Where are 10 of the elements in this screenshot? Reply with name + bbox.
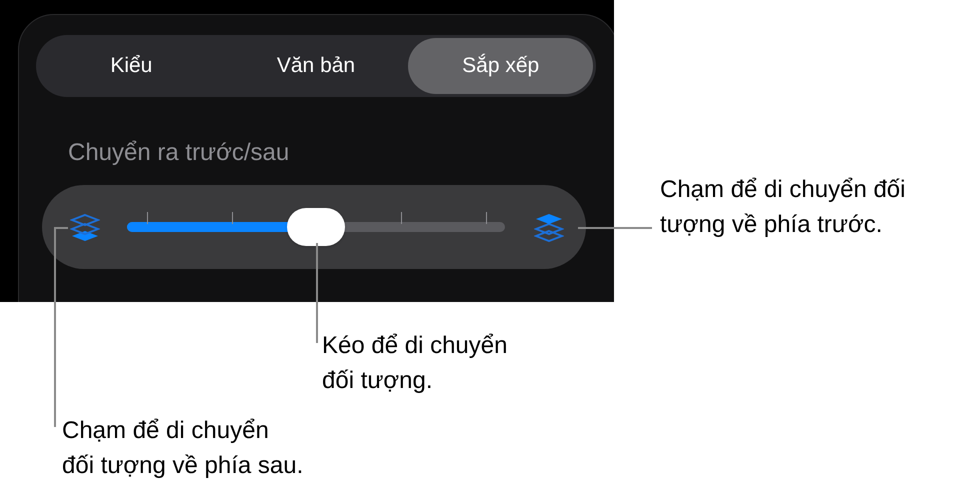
callout-text: Kéo để di chuyển đối tượng. — [322, 331, 508, 396]
section-label: Chuyển ra trước/sau — [68, 138, 290, 168]
tab[interactable]: Sắp xếp — [408, 38, 594, 94]
layers-icon[interactable] — [70, 212, 100, 242]
tab[interactable]: Kiểu — [39, 38, 224, 94]
layers-icon[interactable] — [534, 212, 564, 242]
slider-thumb[interactable] — [287, 208, 345, 246]
callout-text: Chạm để di chuyển đối tượng về phía sau. — [62, 416, 304, 481]
tab[interactable]: Văn bản — [224, 38, 408, 94]
callout-text: Chạm để di chuyển đối tượng về phía trước. — [660, 175, 906, 240]
